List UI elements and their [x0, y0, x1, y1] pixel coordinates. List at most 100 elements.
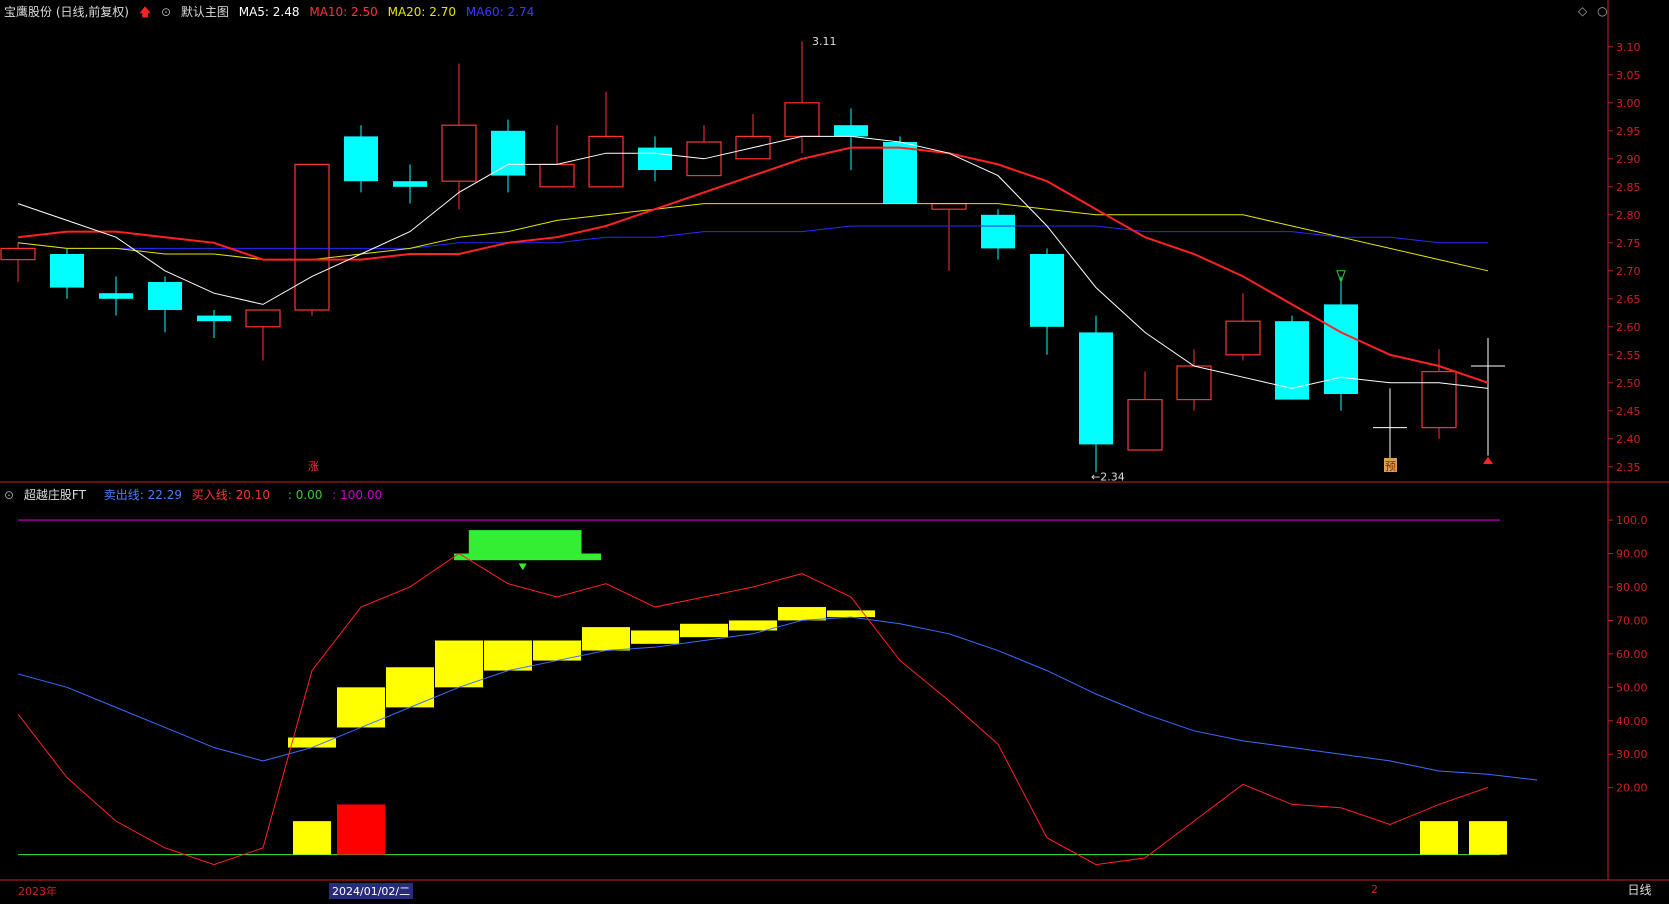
indicator-tick-label: 40.00: [1616, 715, 1648, 728]
yellow-block: [680, 623, 728, 638]
candle-body-up: [784, 102, 820, 138]
candle-body-down: [1079, 332, 1113, 445]
bottom-red-bar: [337, 804, 385, 855]
price-tick-label: 2.80: [1616, 209, 1641, 222]
top-line-label: : 100.00: [332, 488, 383, 502]
price-tick-label: 2.70: [1616, 265, 1641, 278]
indicator-tick-label: 100.0: [1616, 514, 1648, 527]
year-label: 2023年: [18, 885, 57, 898]
candle-body-up: [441, 124, 477, 182]
indicator-tick-label: 70.00: [1616, 614, 1648, 627]
page-label: 2: [1371, 883, 1378, 896]
price-tick-label: 2.75: [1616, 237, 1641, 250]
candle-body-down: [393, 181, 427, 187]
candle-body-down: [638, 147, 672, 170]
yellow-block: [484, 640, 532, 671]
ma5-label: MA5: 2.48: [238, 5, 300, 19]
price-tick-label: 2.65: [1616, 293, 1641, 306]
price-tick-label: 3.00: [1616, 97, 1641, 110]
candle-body-down: [148, 282, 182, 310]
candle-body-up: [588, 135, 624, 188]
candle-body-up: [1176, 365, 1212, 401]
candle-body-down: [491, 130, 525, 176]
bottom-yellow-bar: [1469, 821, 1507, 855]
main-chart-header: 宝鹰股份 (日线,前复权) 🡅 ⊙ 默认主图 MA5: 2.48 MA10: 2…: [4, 3, 540, 24]
candle-body-down: [344, 136, 378, 182]
template-selector-icon[interactable]: ⊙: [161, 5, 171, 19]
indicator-tick-label: 90.00: [1616, 548, 1648, 561]
price-tick-label: 3.10: [1616, 41, 1641, 54]
green-base-block: [454, 553, 602, 561]
indicator-name[interactable]: 超越庄股FT: [24, 488, 86, 502]
yellow-block: [778, 607, 826, 621]
price-tick-label: 2.40: [1616, 433, 1641, 446]
low-price-label: ←2.34: [1091, 470, 1125, 483]
green-top-block: [468, 530, 582, 554]
candle-body-down: [981, 214, 1015, 249]
ma10-line: [17, 146, 1489, 384]
price-tick-label: 2.35: [1616, 461, 1641, 474]
tab-daily[interactable]: 日线: [1610, 881, 1669, 899]
price-tick-label: 2.55: [1616, 349, 1641, 362]
indicator-settings-icon[interactable]: ⊙: [4, 488, 14, 502]
yellow-block: [582, 627, 630, 651]
chart-stage: 3.10 3.05 3.00 2.95 2.90 2.85 2.80 2.75 2.70 2.65…: [0, 0, 1669, 900]
circle-icon[interactable]: ○: [1597, 4, 1607, 18]
candle-body-up: [1225, 320, 1261, 356]
candle-body-up: [1127, 399, 1163, 451]
indicator-tick-label: 60.00: [1616, 648, 1648, 661]
indicator-tick-label: 30.00: [1616, 748, 1648, 761]
window-controls: ◇ ○: [1578, 4, 1614, 18]
price-tick-label: 2.45: [1616, 405, 1641, 418]
ma20-label: MA20: 2.70: [387, 5, 457, 19]
price-tick-label: 3.05: [1616, 69, 1641, 82]
yellow-block: [827, 610, 875, 618]
indicator-tick-label: 20.00: [1616, 782, 1648, 795]
yellow-block: [337, 687, 385, 728]
marker-yu: 预: [1385, 460, 1396, 473]
indicator-header: ⊙ 超越庄股FT 卖出线: 22.29 买入线: 20.10 : 0.00 : …: [4, 486, 388, 503]
yellow-block: [288, 737, 336, 748]
chart-canvas[interactable]: 3.10 3.05 3.00 2.95 2.90 2.85 2.80 2.75 2.70 2.65…: [0, 0, 1669, 900]
stock-title: 宝鹰股份 (日线,前复权): [4, 5, 129, 19]
candle-body-down: [50, 254, 84, 288]
price-tick-label: 2.60: [1616, 321, 1641, 334]
bottom-yellow-bar: [293, 821, 331, 855]
cursor-date-label: 2024/01/02/二: [329, 883, 414, 899]
marker-zhang: 涨: [308, 460, 319, 473]
ma5-line: [17, 135, 1489, 389]
candle-body-down: [1030, 254, 1064, 327]
price-tick-label: 2.85: [1616, 181, 1641, 194]
candle-body-up: [294, 163, 330, 311]
diamond-icon[interactable]: ◇: [1578, 4, 1587, 18]
price-tick-label: 2.95: [1616, 125, 1641, 138]
ma60-label: MA60: 2.74: [465, 5, 535, 19]
chart-template-label[interactable]: 默认主图: [181, 5, 229, 19]
candle-body-up: [539, 163, 575, 188]
candle-body-down: [883, 142, 917, 204]
bottom-yellow-bar: [1420, 821, 1458, 855]
sell-line: [17, 616, 1538, 781]
indicator-tick-label: 80.00: [1616, 581, 1648, 594]
ma20-line: [17, 203, 1489, 272]
indicator-tick-label: 50.00: [1616, 681, 1648, 694]
candle-body-up: [245, 309, 281, 328]
ma60-line: [17, 225, 1488, 249]
yellow-block: [435, 640, 483, 688]
candle-body-up: [0, 247, 36, 261]
price-tick-label: 2.90: [1616, 153, 1641, 166]
candle-body-down: [1275, 321, 1309, 400]
candle-body-up: [931, 203, 967, 210]
candle-body-up: [1421, 371, 1457, 429]
price-tick-label: 2.50: [1616, 377, 1641, 390]
buy-line: [17, 552, 1489, 866]
sell-line-label: 卖出线: 22.29: [103, 488, 182, 502]
ma10-label: MA10: 2.50: [309, 5, 378, 19]
high-price-label: 3.11: [812, 35, 837, 48]
zero-line-label: : 0.00: [287, 488, 323, 502]
buy-line-label: 买入线: 20.10: [191, 488, 271, 502]
up-arrow-icon: 🡅: [138, 5, 152, 19]
yellow-block: [386, 667, 434, 708]
candle-body-down: [197, 315, 231, 322]
candle-body-down: [99, 293, 133, 299]
